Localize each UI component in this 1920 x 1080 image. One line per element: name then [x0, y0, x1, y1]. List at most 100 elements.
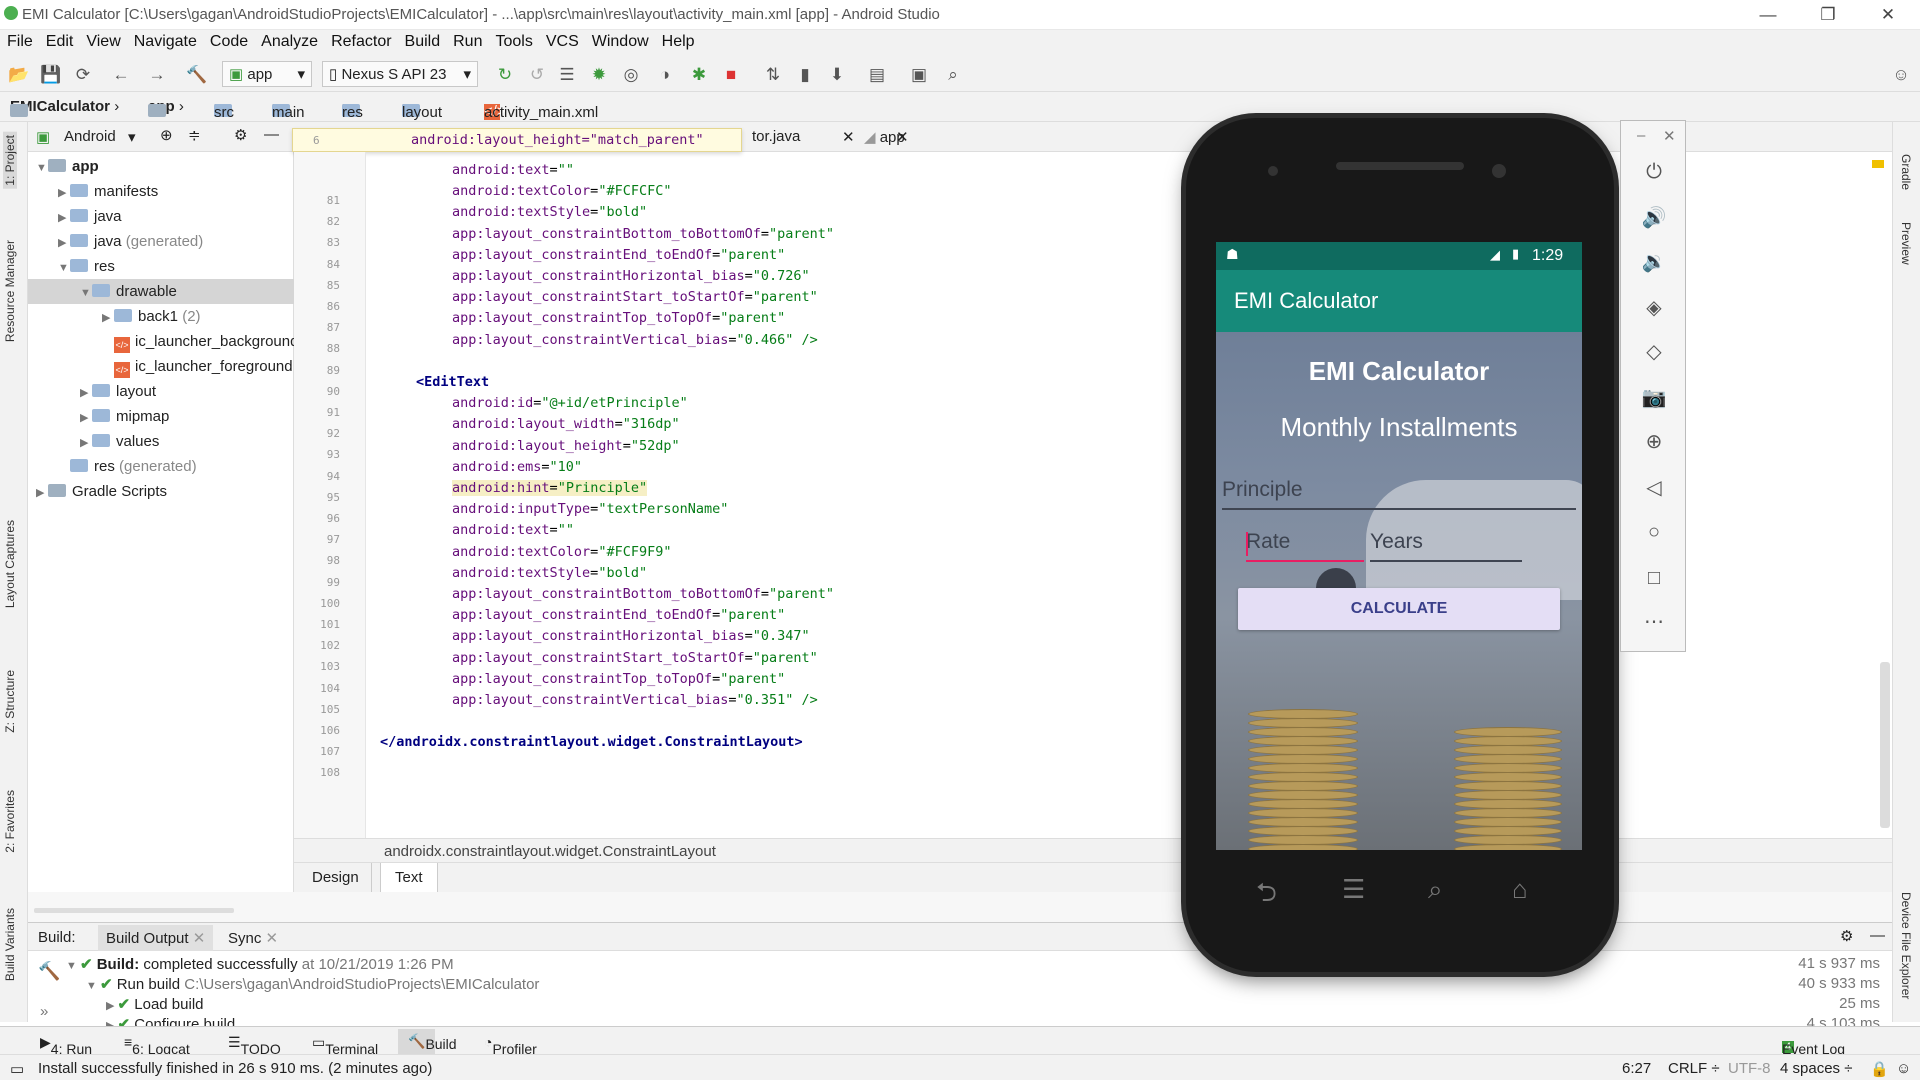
- menu-analyze[interactable]: Analyze: [254, 30, 324, 51]
- close-icon[interactable]: ✕: [193, 930, 206, 947]
- gear-icon[interactable]: ⚙: [1840, 927, 1853, 945]
- editor-scrollbar[interactable]: [1880, 662, 1890, 828]
- tab-structure[interactable]: Z: Structure: [3, 670, 17, 733]
- close-icon[interactable]: ✕: [896, 128, 909, 146]
- tab-todo[interactable]: ☰ TODO: [228, 1034, 281, 1057]
- make-project-icon[interactable]: 🔨: [186, 64, 208, 86]
- code-line[interactable]: android:textStyle="bold": [452, 565, 647, 581]
- target-icon[interactable]: ⊕: [160, 126, 173, 144]
- sync-icon[interactable]: ⟳: [72, 64, 94, 86]
- tree-item[interactable]: ▶ values: [28, 429, 294, 454]
- zoom-icon[interactable]: ⊕: [1641, 429, 1667, 455]
- tab-terminal[interactable]: ▭ Terminal: [312, 1034, 378, 1057]
- tab-design[interactable]: Design: [300, 863, 372, 892]
- breadcrumb-layout[interactable]: layout ›: [402, 98, 442, 121]
- apply-changes-icon[interactable]: ↻: [494, 64, 516, 86]
- menu-navigate[interactable]: Navigate: [127, 30, 203, 51]
- horizontal-scrollbar[interactable]: [34, 908, 234, 913]
- layout-inspector-icon[interactable]: ▣: [908, 64, 930, 86]
- save-icon[interactable]: 💾: [40, 64, 62, 86]
- gear-icon[interactable]: ⚙: [234, 126, 247, 144]
- attach-debugger-icon[interactable]: ◑: [654, 64, 676, 86]
- hide-icon[interactable]: —: [264, 126, 279, 143]
- menu-vcs[interactable]: VCS: [539, 30, 585, 51]
- tab-gradle[interactable]: Gradle: [1899, 154, 1913, 190]
- rotate-left-icon[interactable]: ◈: [1641, 295, 1667, 321]
- tree-item[interactable]: ▼ res: [28, 254, 294, 279]
- home-icon[interactable]: ○: [1641, 519, 1667, 545]
- expand-arrow-icon[interactable]: ▶: [80, 431, 92, 456]
- code-line[interactable]: app:layout_constraintBottom_toBottomOf="…: [452, 586, 834, 602]
- menu-nav-icon[interactable]: ☰: [1342, 874, 1365, 905]
- indent-setting[interactable]: 4 spaces ÷: [1780, 1060, 1852, 1077]
- build-row[interactable]: ▶ ✔ Load build: [106, 995, 204, 1013]
- code-line[interactable]: app:layout_constraintTop_toTopOf="parent…: [452, 671, 785, 687]
- minimize-button[interactable]: —: [1748, 2, 1788, 28]
- avd-manager-icon[interactable]: ▮: [794, 64, 816, 86]
- menu-help[interactable]: Help: [655, 30, 701, 51]
- expand-arrow-icon[interactable]: ▼: [66, 960, 80, 972]
- menu-build[interactable]: Build: [398, 30, 447, 51]
- status-message[interactable]: Install successfully finished in 26 s 91…: [38, 1060, 432, 1077]
- tree-item[interactable]: ▼ drawable: [28, 279, 294, 304]
- maximize-button[interactable]: ❐: [1808, 2, 1848, 28]
- code-line[interactable]: android:id="@+id/etPrinciple": [452, 395, 688, 411]
- code-line[interactable]: app:layout_constraintEnd_toEndOf="parent…: [452, 247, 785, 263]
- code-line[interactable]: app:layout_constraintEnd_toEndOf="parent…: [452, 607, 785, 623]
- volume-up-icon[interactable]: 🔊: [1641, 205, 1667, 231]
- code-line[interactable]: app:layout_constraintStart_toStartOf="pa…: [452, 289, 818, 305]
- code-line[interactable]: android:ems="10": [452, 459, 582, 475]
- chevron-down-icon[interactable]: ▾: [128, 128, 136, 146]
- open-folder-icon[interactable]: 📂: [8, 64, 30, 86]
- sdk-manager-icon[interactable]: ⬇: [826, 64, 848, 86]
- inspector-icon[interactable]: ☺: [1896, 1060, 1911, 1077]
- expand-arrow-icon[interactable]: ▶: [58, 206, 70, 231]
- breadcrumb-res[interactable]: res ›: [342, 98, 363, 121]
- code-line[interactable]: android:inputType="textPersonName": [452, 501, 728, 517]
- project-structure-icon[interactable]: ▤: [866, 64, 888, 86]
- sync-gradle-icon[interactable]: ⇅: [762, 64, 784, 86]
- search-icon[interactable]: ⌕: [942, 64, 964, 86]
- code-line[interactable]: <EditText: [416, 374, 489, 390]
- device-select[interactable]: ▯ Nexus S API 23 ▾: [322, 61, 478, 87]
- code-line[interactable]: app:layout_constraintVertical_bias="0.46…: [452, 332, 818, 348]
- expand-arrow-icon[interactable]: ▶: [58, 181, 70, 206]
- breadcrumb-src[interactable]: src ›: [214, 98, 234, 121]
- menu-file[interactable]: File: [0, 30, 39, 51]
- caret-position[interactable]: 6:27: [1622, 1060, 1651, 1077]
- tree-item[interactable]: res (generated): [28, 454, 294, 479]
- years-input[interactable]: Years: [1370, 530, 1522, 562]
- build-row[interactable]: ▼ ✔ Build: completed successfully at 10/…: [66, 955, 454, 973]
- code-line[interactable]: android:text="": [452, 162, 574, 178]
- expand-arrow-icon[interactable]: ▼: [36, 156, 48, 181]
- code-line[interactable]: app:layout_constraintVertical_bias="0.35…: [452, 692, 818, 708]
- stop-icon[interactable]: ■: [720, 64, 742, 86]
- tree-item[interactable]: </> ic_launcher_background: [28, 329, 298, 354]
- volume-down-icon[interactable]: 🔉: [1641, 249, 1667, 275]
- calculate-button[interactable]: CALCULATE: [1238, 588, 1560, 630]
- hammer-icon[interactable]: 🔨: [38, 961, 60, 982]
- tab-java-file[interactable]: tor.java: [752, 128, 800, 145]
- menu-view[interactable]: View: [79, 30, 126, 51]
- menu-tools[interactable]: Tools: [488, 30, 538, 51]
- expand-arrow-icon[interactable]: ▶: [80, 406, 92, 431]
- breadcrumb-project[interactable]: EMICalculator ›: [10, 98, 119, 117]
- expand-arrow-icon[interactable]: ▼: [86, 980, 100, 992]
- bug-icon[interactable]: ✱: [688, 64, 710, 86]
- power-icon[interactable]: ⏻: [1641, 159, 1667, 185]
- menu-refactor[interactable]: Refactor: [324, 30, 397, 51]
- build-row[interactable]: ▼ ✔ Run build C:\Users\gagan\AndroidStud…: [86, 975, 539, 993]
- breadcrumb-main[interactable]: main ›: [272, 98, 305, 121]
- forward-icon[interactable]: →: [146, 64, 168, 86]
- close-icon[interactable]: ✕: [1663, 127, 1676, 145]
- tab-sync[interactable]: Sync ✕: [228, 929, 278, 947]
- code-line[interactable]: </androidx.constraintlayout.widget.Const…: [380, 734, 803, 750]
- code-line[interactable]: android:layout_width="316dp": [452, 416, 680, 432]
- tab-preview[interactable]: Preview: [1899, 222, 1913, 265]
- close-button[interactable]: ✕: [1868, 2, 1908, 28]
- code-line[interactable]: app:layout_constraintHorizontal_bias="0.…: [452, 628, 810, 644]
- code-line[interactable]: android:hint="Principle": [452, 480, 648, 496]
- status-icon[interactable]: ▭: [10, 1060, 24, 1078]
- apply-code-changes-icon[interactable]: ↺: [526, 64, 548, 86]
- tree-item[interactable]: ▶ java: [28, 204, 294, 229]
